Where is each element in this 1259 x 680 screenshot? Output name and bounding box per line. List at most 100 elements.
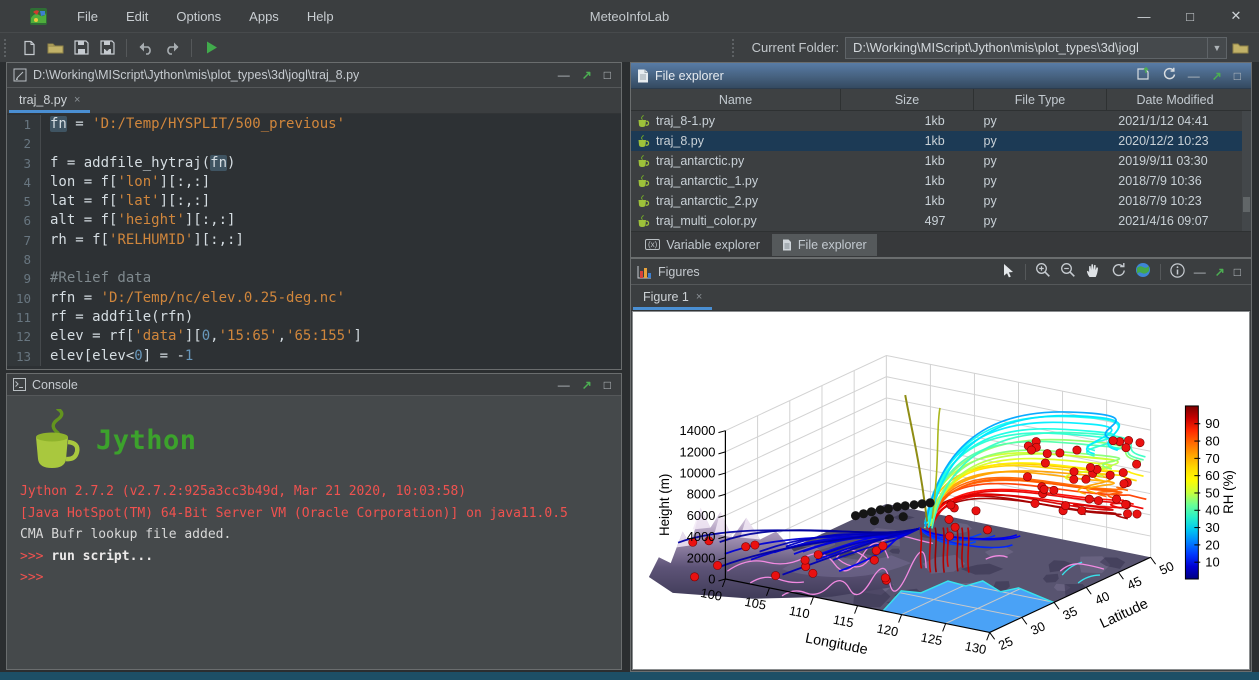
menu-help[interactable]: Help	[297, 5, 344, 28]
figure-canvas[interactable]: 02000400060008000100001200014000Height (…	[633, 312, 1249, 669]
editor-panel: D:\Working\MIScript\Jython\mis\plot_type…	[6, 62, 622, 370]
svg-text:130: 130	[964, 638, 988, 657]
toolbar-separator	[191, 39, 192, 57]
tab-traj-8-py[interactable]: traj_8.py ×	[9, 89, 90, 113]
svg-text:40: 40	[1205, 503, 1219, 518]
figure-content: 02000400060008000100001200014000Height (…	[632, 311, 1250, 670]
info-icon[interactable]	[1170, 263, 1185, 281]
svg-text:80: 80	[1205, 434, 1219, 449]
console-output: Jython 2.7.2 (v2.7.2:925a3cc3b49d, Mar 2…	[20, 481, 621, 589]
panel-minimize-icon[interactable]: —	[558, 69, 570, 81]
toolbar-drag-handle[interactable]	[4, 39, 10, 57]
file-row[interactable]: traj_antarctic.py1kbpy2019/9/11 03:30	[631, 151, 1242, 171]
menu-file[interactable]: File	[67, 5, 108, 28]
panel-minimize-icon[interactable]: —	[1188, 70, 1200, 82]
panel-minimize-icon[interactable]: —	[1194, 266, 1206, 278]
file-row[interactable]: traj_multi_color.py497py2021/4/16 09:07	[631, 211, 1242, 231]
code-line: 11rf = addfile(rfn)	[7, 308, 621, 327]
current-folder-value[interactable]: D:\Working\MIScript\Jython\mis\plot_type…	[846, 40, 1207, 55]
variable-explorer-icon: (x)	[645, 239, 660, 250]
tab-file-explorer[interactable]: File explorer	[772, 234, 877, 256]
console-line: >>> run script...	[20, 546, 621, 568]
figures-panel: Figures — ↗ □ Figure 1 ×	[630, 258, 1252, 672]
tab-close-icon[interactable]: ×	[74, 94, 80, 106]
editor-tab-bar: traj_8.py ×	[7, 88, 621, 114]
column-header[interactable]: Date Modified	[1107, 89, 1243, 110]
pan-hand-icon[interactable]	[1085, 262, 1101, 281]
svg-text:125: 125	[920, 629, 944, 648]
code-line: 10rfn = 'D:/Temp/nc/elev.0.25-deg.nc'	[7, 289, 621, 308]
minimize-button[interactable]: —	[1121, 0, 1167, 32]
tab-variable-explorer[interactable]: (x) Variable explorer	[635, 234, 770, 256]
file-row[interactable]: traj_8-1.py1kbpy2021/1/12 04:41	[631, 111, 1242, 131]
redo-button[interactable]	[159, 37, 185, 59]
console-header: Console — ↗ □	[7, 374, 621, 396]
code-lines: 1fn = 'D:/Temp/HYSPLIT/500_previous'23f …	[7, 115, 621, 366]
toolbar-drag-handle[interactable]	[732, 39, 738, 57]
file-row[interactable]: traj_8.py1kbpy2020/12/2 10:23	[631, 131, 1242, 151]
menu-edit[interactable]: Edit	[116, 5, 158, 28]
current-folder-combobox[interactable]: D:\Working\MIScript\Jython\mis\plot_type…	[845, 37, 1227, 59]
panel-detach-icon[interactable]: ↗	[1212, 70, 1222, 82]
chart-icon	[637, 265, 652, 279]
svg-text:25: 25	[996, 633, 1015, 653]
column-header[interactable]: File Type	[974, 89, 1107, 110]
console-line: Jython 2.7.2 (v2.7.2:925a3cc3b49d, Mar 2…	[20, 481, 621, 503]
code-editor[interactable]: 1fn = 'D:/Temp/HYSPLIT/500_previous'23f …	[7, 115, 621, 369]
svg-text:40: 40	[1093, 588, 1112, 608]
editor-header: D:\Working\MIScript\Jython\mis\plot_type…	[7, 63, 621, 88]
code-line: 13elev[elev<0] = -1	[7, 347, 621, 366]
file-row[interactable]: traj_antarctic_1.py1kbpy2018/7/9 10:36	[631, 171, 1242, 191]
zoom-in-icon[interactable]	[1035, 262, 1051, 281]
code-line: 5lat = f['lat'][:,:]	[7, 192, 621, 211]
console-body[interactable]: Jython Jython 2.7.2 (v2.7.2:925a3cc3b49d…	[7, 397, 621, 669]
panel-detach-icon[interactable]: ↗	[582, 379, 592, 391]
figures-header: Figures — ↗ □	[631, 259, 1251, 285]
meteoinfolab-window: FileEditOptionsAppsHelp MeteoInfoLab — □…	[0, 0, 1259, 680]
pointer-tool-icon[interactable]	[1001, 263, 1016, 281]
column-header[interactable]: Size	[841, 89, 974, 110]
console-title: Console	[32, 378, 78, 392]
zoom-out-icon[interactable]	[1060, 262, 1076, 281]
close-button[interactable]: ✕	[1213, 0, 1259, 32]
menu-apps[interactable]: Apps	[239, 5, 289, 28]
chevron-down-icon[interactable]: ▼	[1207, 38, 1226, 58]
open-parent-folder-icon[interactable]	[1136, 67, 1150, 84]
panel-maximize-icon[interactable]: □	[1234, 266, 1241, 278]
explorer-bottom-tabs: (x) Variable explorer File explorer	[631, 231, 1251, 257]
console-line: >>>	[20, 567, 621, 589]
undo-button[interactable]	[133, 37, 159, 59]
svg-text:120: 120	[876, 621, 900, 640]
file-icon	[637, 69, 649, 83]
tab-figure-1[interactable]: Figure 1 ×	[633, 286, 712, 310]
panel-minimize-icon[interactable]: —	[558, 379, 570, 391]
panel-maximize-icon[interactable]: □	[1234, 70, 1241, 82]
panel-detach-icon[interactable]: ↗	[1215, 266, 1225, 278]
browse-folder-button[interactable]	[1227, 37, 1253, 59]
maximize-button[interactable]: □	[1167, 0, 1213, 32]
new-file-button[interactable]	[16, 37, 42, 59]
file-row[interactable]: traj_antarctic_2.py1kbpy2018/7/9 10:23	[631, 191, 1242, 211]
refresh-icon[interactable]	[1162, 67, 1176, 84]
panel-maximize-icon[interactable]: □	[604, 69, 611, 81]
svg-text:50: 50	[1157, 558, 1176, 578]
scrollbar-thumb[interactable]	[1243, 197, 1250, 212]
column-header[interactable]: Name	[631, 89, 841, 110]
rotate-tool-icon[interactable]	[1110, 262, 1126, 281]
open-file-button[interactable]	[42, 37, 68, 59]
tab-close-icon[interactable]: ×	[696, 291, 702, 303]
save-button[interactable]	[68, 37, 94, 59]
menu-options[interactable]: Options	[166, 5, 231, 28]
svg-text:100: 100	[699, 585, 723, 604]
svg-text:45: 45	[1125, 573, 1144, 593]
panel-detach-icon[interactable]: ↗	[582, 69, 592, 81]
panel-maximize-icon[interactable]: □	[604, 379, 611, 391]
svg-text:Height (m): Height (m)	[657, 474, 672, 536]
run-script-button[interactable]	[198, 37, 224, 59]
save-as-button[interactable]	[94, 37, 120, 59]
current-folder-label: Current Folder:	[752, 40, 839, 55]
editor-file-path: D:\Working\MIScript\Jython\mis\plot_type…	[33, 68, 359, 82]
globe-icon[interactable]	[1135, 262, 1151, 281]
file-table-scrollbar[interactable]	[1242, 111, 1251, 231]
jython-file-icon	[637, 195, 650, 208]
